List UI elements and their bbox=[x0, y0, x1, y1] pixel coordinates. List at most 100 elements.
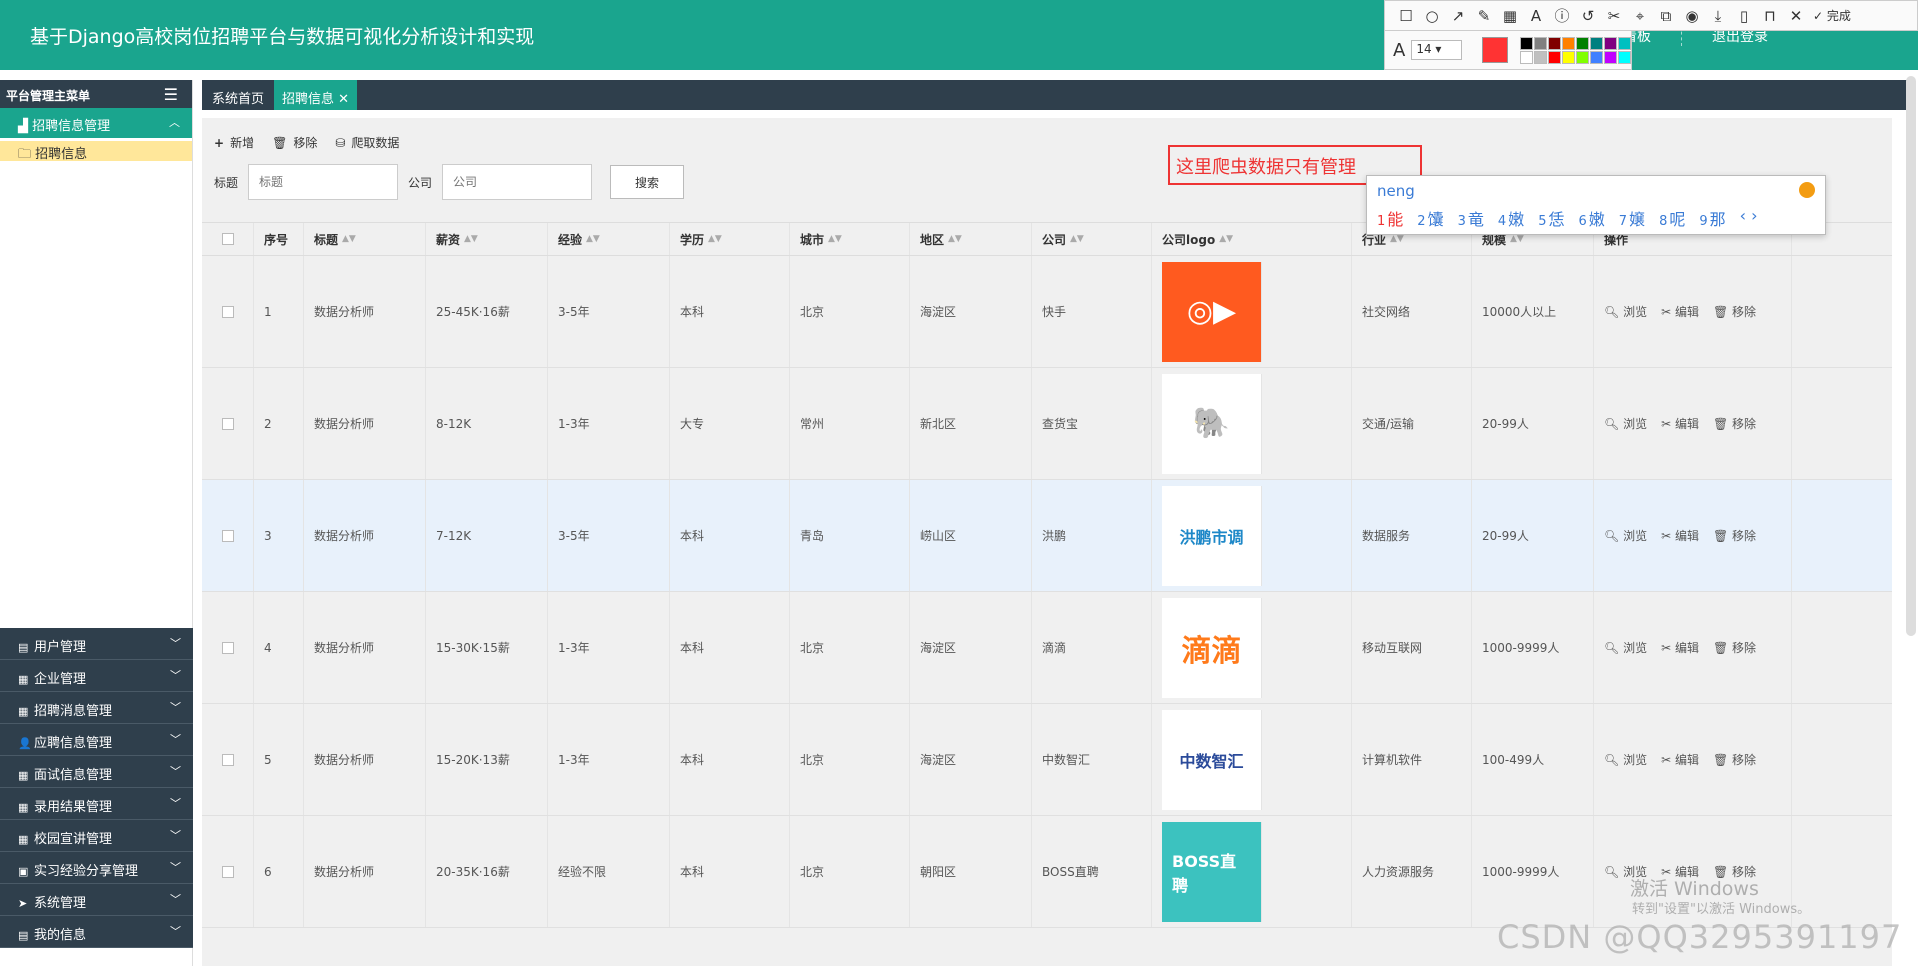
color-swatch[interactable] bbox=[1534, 36, 1547, 50]
color-swatch[interactable] bbox=[1548, 36, 1561, 50]
color-swatch[interactable] bbox=[1590, 50, 1603, 64]
edit-button[interactable]: ✂ 编辑 bbox=[1661, 527, 1699, 544]
col-city[interactable]: 城市 ▲▼ bbox=[790, 223, 910, 255]
rect-icon[interactable]: ☐ bbox=[1393, 7, 1419, 25]
edit-button[interactable]: ✂ 编辑 bbox=[1661, 303, 1699, 320]
color-swatch[interactable] bbox=[1548, 50, 1561, 64]
color-swatch[interactable] bbox=[1562, 36, 1575, 50]
table-row[interactable]: 3 数据分析师 7-12K 3-5年 本科 青岛 崂山区 洪鹏 洪鹏市调 数据服务 20-99人 🔍… bbox=[202, 480, 1892, 592]
done-button[interactable]: ✓ 完成 bbox=[1813, 7, 1851, 24]
ime-candidate[interactable]: 5恁 bbox=[1538, 206, 1564, 230]
ime-candidate[interactable]: 7嬢 bbox=[1619, 206, 1645, 230]
sidebar-menu-item[interactable]: ▣ 实习经验分享管理 ﹀ bbox=[0, 852, 193, 884]
sidebar-menu-item[interactable]: ▦ 录用结果管理 ﹀ bbox=[0, 788, 193, 820]
color-swatch[interactable] bbox=[1604, 36, 1617, 50]
mosaic-icon[interactable]: ▦ bbox=[1497, 7, 1523, 25]
sidebar-menu-item[interactable]: ➤ 系统管理 ﹀ bbox=[0, 884, 193, 916]
edit-button[interactable]: ✂ 编辑 bbox=[1661, 639, 1699, 656]
info-icon[interactable]: ⓘ bbox=[1549, 5, 1575, 26]
color-swatch[interactable] bbox=[1520, 36, 1533, 50]
company-input[interactable] bbox=[442, 164, 593, 200]
ime-candidate[interactable]: 2馕 bbox=[1417, 206, 1443, 230]
view-button[interactable]: 🔍︎ 浏览 bbox=[1604, 639, 1647, 656]
bookmark-icon[interactable]: ⊓ bbox=[1757, 7, 1783, 25]
tab-home[interactable]: 系统首页 bbox=[204, 80, 272, 110]
font-size-select[interactable]: 14 ▾ bbox=[1411, 40, 1463, 60]
row-checkbox[interactable] bbox=[221, 641, 234, 654]
col-company[interactable]: 公司 ▲▼ bbox=[1032, 223, 1152, 255]
text-icon[interactable]: A bbox=[1523, 7, 1549, 25]
select-all-checkbox[interactable] bbox=[221, 233, 234, 245]
table-row[interactable]: 1 数据分析师 25-45K·16薪 3-5年 本科 北京 海淀区 快手 ◎▶ 社交网络 10000… bbox=[202, 256, 1892, 368]
arrow-icon[interactable]: ↗ bbox=[1445, 7, 1471, 25]
close-tab-icon[interactable]: ✕ bbox=[338, 92, 349, 107]
sidebar-menu-item[interactable]: 👤 应聘信息管理 ﹀ bbox=[0, 724, 193, 756]
view-button[interactable]: 🔍︎ 浏览 bbox=[1604, 527, 1647, 544]
view-button[interactable]: 🔍︎ 浏览 bbox=[1604, 303, 1647, 320]
remove-button[interactable]: 🗑 移除 bbox=[272, 134, 317, 151]
ime-candidate[interactable]: 8呢 bbox=[1659, 206, 1685, 230]
row-checkbox[interactable] bbox=[221, 865, 234, 878]
menu-toggle-icon[interactable]: ☰ bbox=[164, 85, 178, 104]
save-icon[interactable]: ▯ bbox=[1731, 7, 1757, 25]
color-swatch[interactable] bbox=[1562, 50, 1575, 64]
color-swatch[interactable] bbox=[1590, 36, 1603, 50]
sidebar-menu-item[interactable]: ▦ 企业管理 ﹀ bbox=[0, 660, 193, 692]
col-area[interactable]: 地区 ▲▼ bbox=[910, 223, 1032, 255]
ime-candidate[interactable]: 4嫩 bbox=[1498, 206, 1524, 230]
sidebar-item-recruit-info[interactable]: 🗀 招聘信息 bbox=[0, 141, 192, 162]
ime-candidate[interactable]: 9那 bbox=[1699, 206, 1725, 230]
row-checkbox[interactable] bbox=[221, 753, 234, 766]
color-swatch[interactable] bbox=[1520, 50, 1533, 64]
table-row[interactable]: 5 数据分析师 15-20K·13薪 1-3年 本科 北京 海淀区 中数智汇 中数智汇 计算机软件… bbox=[202, 704, 1892, 816]
ime-candidate[interactable]: 6嫩 bbox=[1578, 206, 1604, 230]
delete-button[interactable]: 🗑 移除 bbox=[1713, 639, 1756, 656]
color-swatch[interactable] bbox=[1576, 36, 1589, 50]
table-row[interactable]: 4 数据分析师 15-30K·15薪 1-3年 本科 北京 海淀区 滴滴 滴滴 移动互联网 1000… bbox=[202, 592, 1892, 704]
ime-candidate[interactable]: 3竜 bbox=[1458, 206, 1484, 230]
sidebar-group-recruit[interactable]: ▟ 招聘信息管理 ︿ bbox=[0, 108, 192, 138]
circle-icon[interactable]: ○ bbox=[1419, 7, 1445, 25]
sidebar-menu-item[interactable]: ▦ 校园宣讲管理 ﹀ bbox=[0, 820, 193, 852]
view-button[interactable]: 🔍︎ 浏览 bbox=[1604, 751, 1647, 768]
color-swatch[interactable] bbox=[1534, 50, 1547, 64]
delete-button[interactable]: 🗑 移除 bbox=[1713, 303, 1756, 320]
pin-icon[interactable]: ⌖ bbox=[1627, 7, 1653, 25]
edit-button[interactable]: ✂ 编辑 bbox=[1661, 751, 1699, 768]
ime-page-arrows-icon[interactable]: ‹ › bbox=[1740, 206, 1758, 230]
delete-button[interactable]: 🗑 移除 bbox=[1713, 415, 1756, 432]
record-icon[interactable]: ◉ bbox=[1679, 7, 1705, 25]
edit-button[interactable]: ✂ 编辑 bbox=[1661, 415, 1699, 432]
delete-button[interactable]: 🗑 移除 bbox=[1713, 527, 1756, 544]
col-logo[interactable]: 公司logo ▲▼ bbox=[1152, 223, 1352, 255]
row-checkbox[interactable] bbox=[221, 529, 234, 542]
cut-icon[interactable]: ✂ bbox=[1601, 7, 1627, 25]
color-swatch[interactable] bbox=[1604, 50, 1617, 64]
sidebar-menu-item[interactable]: ▤ 用户管理 ﹀ bbox=[0, 628, 193, 660]
view-button[interactable]: 🔍︎ 浏览 bbox=[1604, 415, 1647, 432]
sidebar-menu-item[interactable]: ▦ 招聘消息管理 ﹀ bbox=[0, 692, 193, 724]
search-button[interactable]: 搜索 bbox=[610, 165, 685, 199]
close-icon[interactable]: ✕ bbox=[1783, 7, 1809, 25]
color-swatch[interactable] bbox=[1618, 50, 1631, 64]
pen-icon[interactable]: ✎ bbox=[1471, 7, 1497, 25]
crawl-button[interactable]: ⛁ 爬取数据 bbox=[335, 134, 399, 151]
col-salary[interactable]: 薪资 ▲▼ bbox=[426, 223, 548, 255]
col-edu[interactable]: 学历 ▲▼ bbox=[670, 223, 790, 255]
undo-icon[interactable]: ↺ bbox=[1575, 7, 1601, 25]
color-swatch[interactable] bbox=[1618, 36, 1631, 50]
row-checkbox[interactable] bbox=[221, 305, 234, 318]
ime-candidate[interactable]: 1能 bbox=[1377, 206, 1403, 230]
page-scrollbar[interactable] bbox=[1906, 76, 1916, 636]
delete-button[interactable]: 🗑 移除 bbox=[1713, 751, 1756, 768]
sidebar-menu-item[interactable]: ▤ 我的信息 ﹀ bbox=[0, 916, 193, 948]
sidebar-menu-item[interactable]: ▦ 面试信息管理 ﹀ bbox=[0, 756, 193, 788]
col-exp[interactable]: 经验 ▲▼ bbox=[548, 223, 670, 255]
tab-recruit-info[interactable]: 招聘信息 ✕ bbox=[274, 80, 358, 110]
title-input[interactable] bbox=[248, 164, 399, 200]
download-icon[interactable]: ⤓ bbox=[1705, 7, 1731, 25]
color-swatch[interactable] bbox=[1576, 50, 1589, 64]
row-checkbox[interactable] bbox=[221, 417, 234, 430]
copy-icon[interactable]: ⧉ bbox=[1653, 7, 1679, 25]
col-title[interactable]: 标题 ▲▼ bbox=[304, 223, 426, 255]
